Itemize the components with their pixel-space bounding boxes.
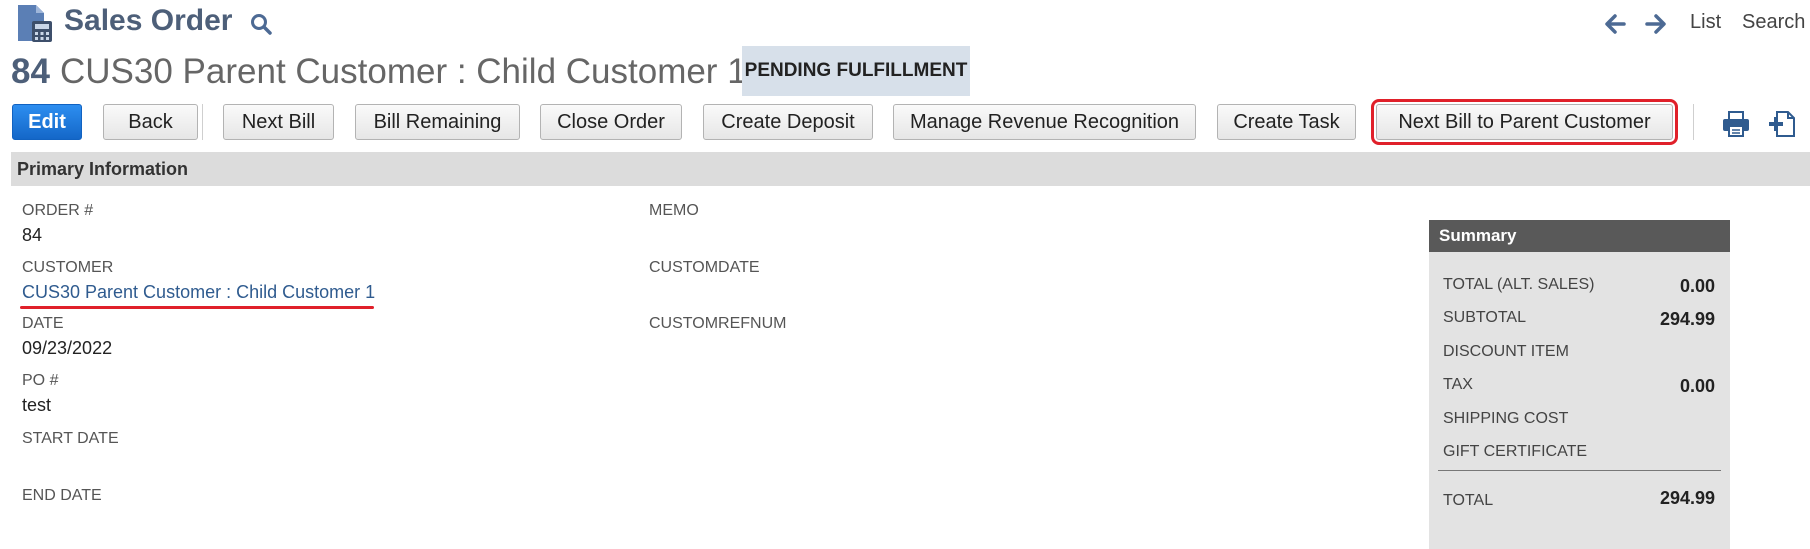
customer-highlight-underline	[20, 306, 374, 309]
search-icon[interactable]	[249, 12, 273, 36]
print-icon[interactable]	[1721, 110, 1751, 138]
customer-label: CUSTOMER	[22, 259, 114, 276]
date-label: DATE	[22, 315, 64, 332]
summary-row-label: SUBTOTAL	[1443, 309, 1526, 326]
create-task-button[interactable]: Create Task	[1217, 104, 1356, 140]
page-header: Sales Order List Search	[0, 0, 1810, 44]
search-link[interactable]: Search	[1742, 11, 1805, 34]
start-date-label: START DATE	[22, 430, 119, 447]
summary-title: Summary	[1429, 220, 1730, 252]
arrow-left-icon[interactable]	[1602, 12, 1628, 36]
arrow-right-icon[interactable]	[1643, 12, 1669, 36]
summary-divider	[1438, 470, 1721, 471]
po-value: test	[22, 395, 52, 415]
summary-row-value: 294.99	[1659, 309, 1715, 329]
summary-total-value: 294.99	[1659, 488, 1715, 508]
back-button[interactable]: Back	[103, 104, 198, 140]
toolbar-divider	[1693, 104, 1694, 140]
date-value: 09/23/2022	[22, 338, 113, 358]
edit-button[interactable]: Edit	[12, 104, 82, 140]
summary-row-label: TOTAL (ALT. SALES)	[1443, 276, 1595, 293]
next-bill-button[interactable]: Next Bill	[223, 104, 334, 140]
record-number: 84	[11, 52, 50, 91]
summary-row-label: TAX	[1443, 376, 1473, 393]
record-name: CUS30 Parent Customer : Child Customer 1	[60, 52, 747, 91]
summary-total-label: TOTAL	[1443, 492, 1494, 509]
create-deposit-button[interactable]: Create Deposit	[703, 104, 873, 140]
bill-remaining-button[interactable]: Bill Remaining	[355, 104, 520, 140]
summary-row-label: GIFT CERTIFICATE	[1443, 443, 1588, 460]
customrefnum-label: CUSTOMREFNUM	[649, 315, 787, 332]
status-badge: PENDING FULFILLMENT	[742, 46, 970, 96]
summary-row-value: 0.00	[1679, 276, 1715, 296]
close-order-button[interactable]: Close Order	[540, 104, 682, 140]
new-document-icon[interactable]	[1768, 110, 1798, 138]
order-number-value: 84	[22, 225, 43, 245]
primary-information-header[interactable]: Primary Information	[11, 152, 1810, 186]
next-bill-to-parent-customer-button[interactable]: Next Bill to Parent Customer	[1371, 99, 1678, 145]
toolbar-divider	[202, 104, 203, 140]
sales-order-icon	[18, 5, 52, 42]
end-date-label: END DATE	[22, 487, 102, 504]
summary-row-label: DISCOUNT ITEM	[1443, 343, 1569, 360]
summary-box: Summary TOTAL (ALT. SALES) 0.00 SUBTOTAL…	[1429, 220, 1730, 549]
memo-label: MEMO	[649, 202, 699, 219]
manage-revenue-recognition-button[interactable]: Manage Revenue Recognition	[893, 104, 1196, 140]
summary-row-value: 0.00	[1679, 376, 1715, 396]
order-number-label: ORDER #	[22, 202, 94, 219]
customer-link[interactable]: CUS30 Parent Customer : Child Customer 1	[22, 282, 375, 303]
po-label: PO #	[22, 372, 59, 389]
summary-row-label: SHIPPING COST	[1443, 410, 1569, 427]
page-title: Sales Order	[64, 4, 233, 37]
list-link[interactable]: List	[1690, 11, 1721, 34]
customdate-label: CUSTOMDATE	[649, 259, 760, 276]
